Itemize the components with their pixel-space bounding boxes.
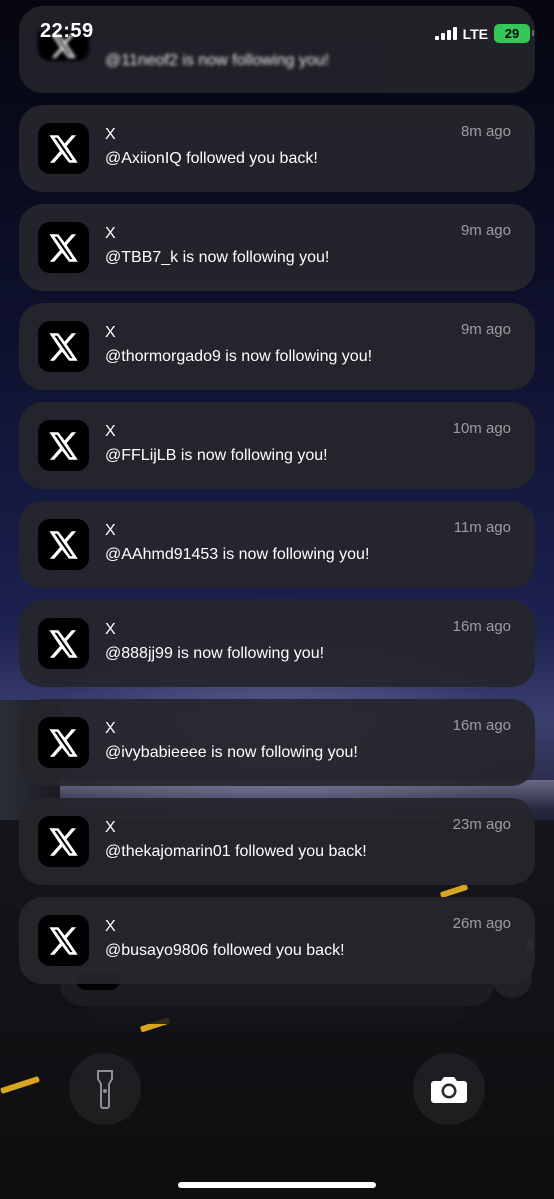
notification-message: @thekajomarin01 followed you back! xyxy=(105,843,367,860)
x-logo-icon xyxy=(38,123,89,174)
notification-card[interactable]: X 23m ago @thekajomarin01 followed you b… xyxy=(19,798,535,885)
notification-app-name: X xyxy=(105,522,116,539)
notification-card[interactable]: X 8m ago @AxiionIQ followed you back! xyxy=(19,105,535,192)
x-logo-icon xyxy=(38,915,89,966)
notification-message: @ivybabieeee is now following you! xyxy=(105,744,358,761)
status-bar: 22:59 LTE 29 xyxy=(0,0,554,66)
notification-time: 8m ago xyxy=(460,123,511,140)
camera-button[interactable] xyxy=(413,1053,485,1125)
notification-card[interactable]: X 16m ago @888jj99 is now following you! xyxy=(19,600,535,687)
cellular-signal-icon xyxy=(434,27,457,40)
x-logo-icon xyxy=(38,816,89,867)
notification-message: @AAhmd91453 is now following you! xyxy=(105,546,370,563)
notification-card[interactable]: X 26m ago @busayo9806 followed you back! xyxy=(19,897,535,984)
x-logo-icon xyxy=(38,222,89,273)
network-type: LTE xyxy=(462,25,488,42)
x-logo-icon xyxy=(38,618,89,669)
x-logo-icon xyxy=(38,321,89,372)
status-indicators: LTE 29 xyxy=(434,24,534,43)
status-time: 22:59 xyxy=(40,20,94,42)
notification-card[interactable]: X 11m ago @AAhmd91453 is now following y… xyxy=(19,501,535,588)
notification-time: 26m ago xyxy=(452,915,511,932)
notification-app-name: X xyxy=(105,423,116,440)
notification-time: 16m ago xyxy=(452,618,511,635)
flashlight-button[interactable] xyxy=(69,1053,141,1125)
notification-card[interactable]: X 10m ago @FFLijLB is now following you! xyxy=(19,402,535,489)
notification-card[interactable]: X 9m ago @thormorgado9 is now following … xyxy=(19,303,535,390)
notification-time: 23m ago xyxy=(452,816,511,833)
notification-message: @thormorgado9 is now following you! xyxy=(105,348,373,365)
notification-app-name: X xyxy=(105,126,116,143)
notification-time: 9m ago xyxy=(460,321,511,338)
notification-message: @busayo9806 followed you back! xyxy=(105,942,345,959)
x-logo-icon xyxy=(38,717,89,768)
notification-app-name: X xyxy=(105,720,116,737)
notification-app-name: X xyxy=(105,918,116,935)
camera-icon xyxy=(431,1077,467,1103)
notification-card[interactable]: X 9m ago @TBB7_k is now following you! xyxy=(19,204,535,291)
notification-app-name: X xyxy=(105,621,116,638)
flashlight-icon xyxy=(97,1070,113,1109)
x-logo-icon xyxy=(38,519,89,570)
home-indicator[interactable] xyxy=(178,1182,376,1188)
notification-time: 16m ago xyxy=(452,717,511,734)
notification-app-name: X xyxy=(105,225,116,242)
notification-time: 11m ago xyxy=(453,519,511,536)
notification-app-name: X xyxy=(105,819,116,836)
battery-level: 29 xyxy=(494,24,534,43)
notification-time: 10m ago xyxy=(452,420,511,437)
x-logo-icon xyxy=(38,420,89,471)
notification-time: 9m ago xyxy=(460,222,511,239)
notification-message: @TBB7_k is now following you! xyxy=(105,249,330,266)
notification-message: @FFLijLB is now following you! xyxy=(105,447,328,464)
notification-message: @888jj99 is now following you! xyxy=(105,645,325,662)
notification-message: @AxiionIQ followed you back! xyxy=(105,150,318,167)
notification-card[interactable]: X 16m ago @ivybabieeee is now following … xyxy=(19,699,535,786)
notification-app-name: X xyxy=(105,324,116,341)
